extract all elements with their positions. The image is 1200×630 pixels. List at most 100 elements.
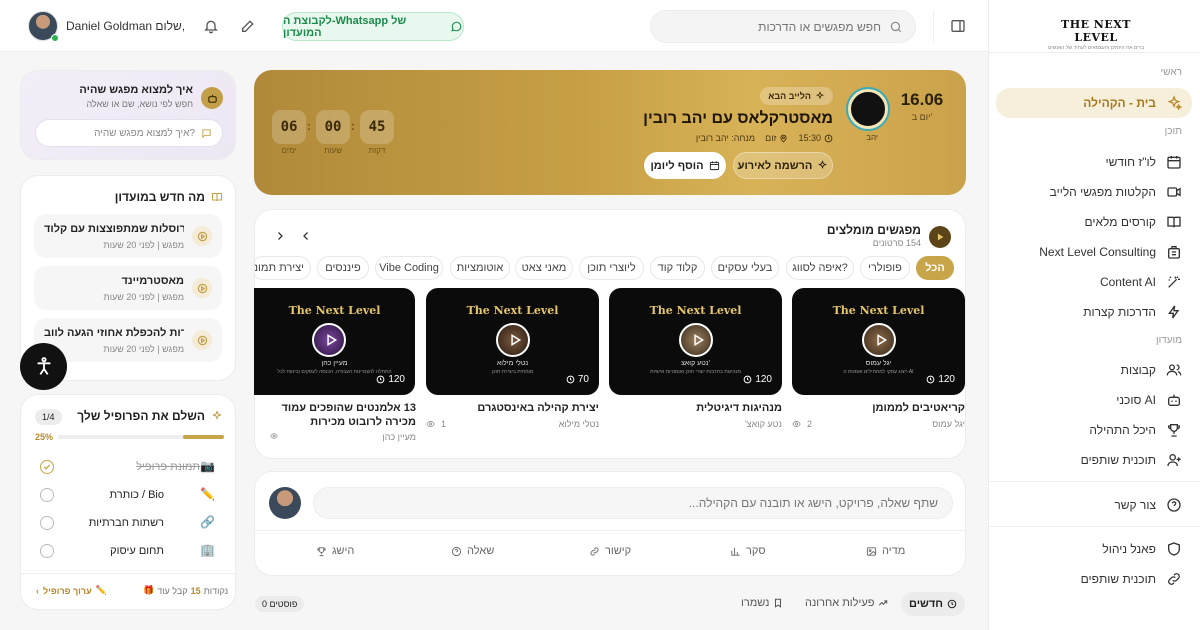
video-count-value: 70: [577, 374, 589, 385]
post-question-button[interactable]: שאלה: [451, 545, 494, 557]
post-achievement-button[interactable]: הישג: [316, 545, 354, 557]
users-icon: [1166, 364, 1182, 376]
profile-progress-fill: [182, 435, 224, 439]
sidebar-item-courses[interactable]: קורסים מלאים: [996, 207, 1192, 237]
video-session-count: 120: [926, 374, 955, 385]
play-button[interactable]: [679, 323, 713, 357]
video-card[interactable]: The Next Level נטע קואצ' מנהיגות בתרבות …: [609, 288, 782, 395]
brand-logo[interactable]: THE NEXT LEVEL מחברים את היזמים והעצמאים…: [1048, 18, 1144, 51]
finder-input[interactable]: איך למצוא מפגש שהיה?: [35, 119, 223, 147]
divider: [988, 52, 1200, 53]
sidebar-item-admin[interactable]: פאנל ניהול: [996, 534, 1192, 564]
video-presenter: נטלי מילוא: [496, 360, 529, 367]
sidebar-item-home[interactable]: בית - הקהילה: [996, 88, 1192, 118]
video-icon: [1167, 187, 1181, 197]
filter-pill[interactable]: קלוד קוד: [650, 256, 705, 280]
video-title[interactable]: מנהיגות דיגיטלית: [609, 401, 782, 415]
feed-tab-new[interactable]: חדשים: [901, 592, 965, 616]
divider: [933, 10, 934, 42]
image-icon: [866, 546, 877, 556]
filter-pill[interactable]: פופולרי: [860, 256, 910, 280]
edit-icon[interactable]: [240, 18, 256, 34]
avatar[interactable]: [28, 11, 59, 42]
task-checkbox[interactable]: [40, 488, 54, 502]
clock-icon: [743, 375, 752, 384]
post-poll-button[interactable]: סקר: [730, 545, 766, 557]
sidebar-item-groups[interactable]: קבוצות: [996, 355, 1192, 385]
greeting-text: שלום,: [155, 19, 186, 33]
sidebar-item-recordings[interactable]: הקלטות מפגשי הלייב: [996, 177, 1192, 207]
video-card[interactable]: The Next Level מעיין כהן התחלה להצטיינות…: [254, 288, 415, 395]
sidebar-item-contact[interactable]: צור קשר: [996, 490, 1192, 520]
feed-tab-label: פעילות אחרונה: [805, 597, 875, 609]
video-brand: The Next Level: [288, 304, 381, 317]
feed-tab-saved[interactable]: נשמרו: [741, 597, 783, 609]
filter-pill[interactable]: Vibe Coding: [375, 256, 443, 280]
post-link-button[interactable]: קישור: [589, 545, 631, 557]
poll-icon: [731, 547, 740, 556]
post-media-button[interactable]: מדיה: [866, 545, 905, 557]
edit-profile-link[interactable]: ‹ ערוך פרופיל ✏️: [36, 585, 107, 596]
whats-new-item[interactable]: מאסטרמיינד מפגש | לפני 20 שעות: [34, 266, 222, 310]
video-title[interactable]: 13 אלמנטים שהופכים עמוד מכירה לרובוט מכי…: [258, 401, 417, 429]
add-to-calendar-button[interactable]: הוסף ליומן: [644, 152, 726, 179]
sidebar-item-schedule[interactable]: לו"ז חודשי: [996, 147, 1192, 177]
event-time: 15:30: [798, 133, 833, 143]
whats-new-item-title: מאסטרמיינד: [121, 275, 184, 287]
video-brand: The Next Level: [466, 304, 559, 317]
sidebar-item-label: Next Level Consulting: [1039, 245, 1156, 259]
task-checkbox[interactable]: [40, 544, 54, 558]
link-icon: [590, 546, 599, 556]
sidebar: THE NEXT LEVEL מחברים את היזמים והעצמאים…: [988, 0, 1200, 630]
sidebar-item-consulting[interactable]: Next Level Consulting: [996, 237, 1192, 267]
sidebar-item-ai-agents[interactable]: סוכני AI: [996, 385, 1192, 415]
chevron-left-icon[interactable]: [300, 230, 312, 242]
register-event-button[interactable]: הרשמה לאירוע: [733, 152, 833, 179]
filter-pill[interactable]: איפה לסווג?: [786, 256, 854, 280]
divider: [255, 530, 967, 531]
play-button[interactable]: [496, 323, 530, 357]
whats-new-item-title: קרוסלות שמתפוצצות עם קלוד ...: [44, 223, 184, 235]
task-label: רשתות חברתיות: [88, 517, 164, 529]
post-input[interactable]: [313, 487, 953, 519]
video-title[interactable]: קריאטיבים לממומן: [792, 401, 965, 415]
sidebar-item-affiliates[interactable]: תוכנית שותפים: [996, 445, 1192, 475]
video-card[interactable]: The Next Level נטלי מילוא מומחית ביצירת …: [426, 288, 599, 395]
search-input[interactable]: [681, 19, 881, 34]
task-done-checkbox[interactable]: [40, 460, 54, 474]
feed-tab-recent[interactable]: פעילות אחרונה: [805, 597, 888, 609]
filter-pill-all[interactable]: הכל: [916, 256, 954, 280]
whats-new-item[interactable]: קרוסלות שמתפוצצות עם קלוד ... מפגש | לפנ…: [34, 214, 222, 258]
filter-pill[interactable]: פיננסים: [317, 256, 369, 280]
task-checkbox[interactable]: [40, 516, 54, 530]
play-button[interactable]: [862, 323, 896, 357]
sidebar-item-partners[interactable]: תוכנית שותפים: [996, 564, 1192, 594]
filter-pill[interactable]: יצירת תמונ: [255, 256, 311, 280]
filter-pill[interactable]: בעלי עסקים: [711, 256, 779, 280]
play-button[interactable]: [312, 323, 346, 357]
whats-new-item-meta: מפגש | לפני 20 שעות: [103, 240, 184, 250]
sidebar-item-hall-of-fame[interactable]: היכל התהילה: [996, 415, 1192, 445]
feed-tab-label: חדשים: [909, 598, 943, 610]
accessibility-button[interactable]: [20, 343, 67, 390]
sidebar-item-tutorials[interactable]: הדרכות קצרות: [996, 297, 1192, 327]
chevron-right-icon[interactable]: [274, 230, 286, 242]
whatsapp-group-button[interactable]: לקבוצת ה-Whatsapp של המועדון: [282, 12, 464, 41]
search-box[interactable]: [650, 10, 916, 43]
reward-points: 15: [190, 585, 201, 596]
gift-icon: 🎁: [143, 585, 155, 595]
video-author: נטלי מילוא: [558, 419, 599, 429]
video-presenter: נטע קואצ': [681, 360, 710, 367]
filter-pill[interactable]: אוטומציות: [450, 256, 510, 280]
sidebar-item-content-ai[interactable]: Content AI: [996, 267, 1192, 297]
filter-pill[interactable]: מאני צאט: [515, 256, 573, 280]
filter-pill[interactable]: ליוצרי תוכן: [579, 256, 644, 280]
video-card[interactable]: The Next Level יגל עמוס ייצוג עסקי למתחי…: [792, 288, 965, 395]
top-bar: לקבוצת ה-Whatsapp של המועדון Daniel Gold…: [0, 0, 988, 52]
pencil-icon: ✏️: [95, 585, 107, 595]
video-title[interactable]: יצירת קהילה באינסטגרם: [426, 401, 599, 415]
sidebar-toggle-icon[interactable]: [950, 18, 966, 34]
user-greeting[interactable]: Daniel Goldman שלום,: [66, 19, 185, 33]
clock-icon: [566, 375, 575, 384]
bell-icon[interactable]: [203, 18, 219, 34]
